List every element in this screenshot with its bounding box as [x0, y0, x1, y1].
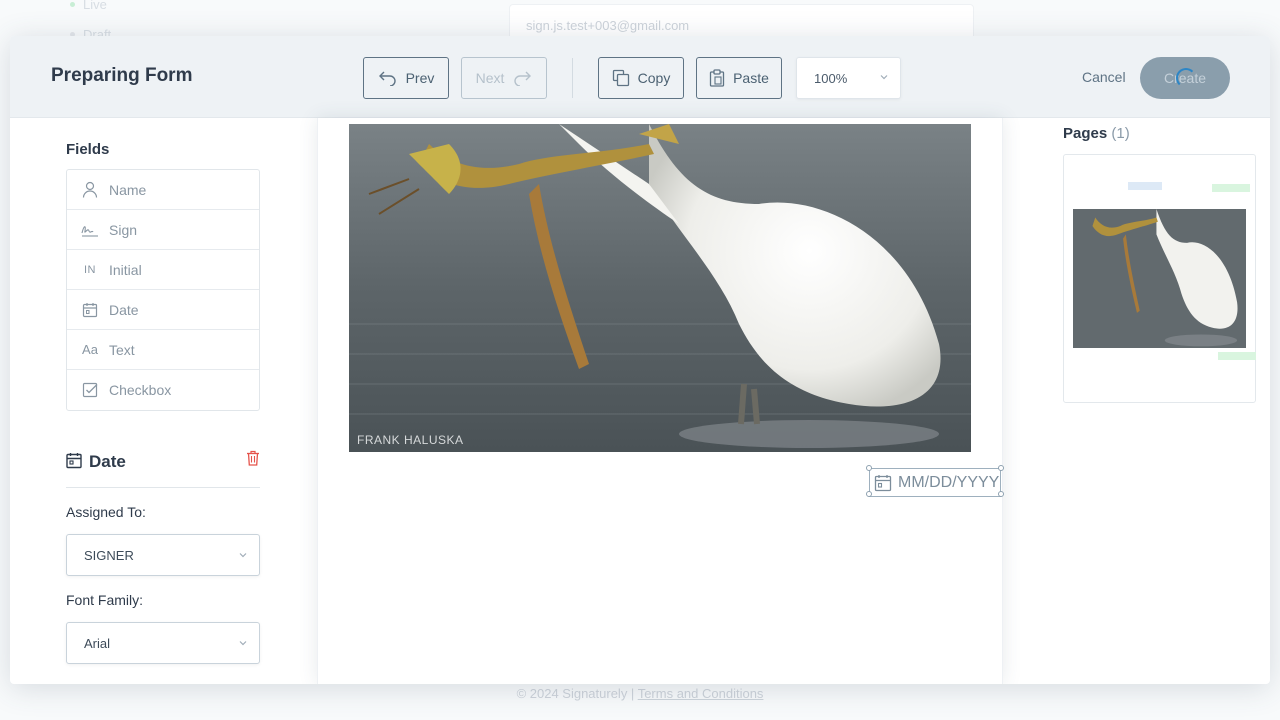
- prev-button[interactable]: Prev: [363, 57, 449, 99]
- assigned-to-select[interactable]: SIGNER: [66, 534, 260, 576]
- copy-icon: [612, 69, 629, 87]
- chevron-down-icon: [880, 75, 888, 80]
- initial-icon: IN: [84, 263, 96, 276]
- live-dot-icon: [70, 2, 75, 7]
- chevron-down-icon: [239, 553, 247, 558]
- user-icon: [81, 181, 99, 199]
- undo-icon: [378, 71, 396, 86]
- pages-title: Pages (1): [1063, 125, 1130, 142]
- text-icon: Aa: [82, 342, 98, 357]
- clipboard-icon: [709, 69, 725, 87]
- font-family-label: Font Family:: [66, 592, 144, 608]
- footer: © 2024 Signaturely | Terms and Condition…: [516, 686, 764, 701]
- field-initial[interactable]: IN Initial: [67, 250, 259, 290]
- thumbnail-field-marker: [1212, 184, 1250, 192]
- calendar-icon: [81, 301, 99, 319]
- field-sign[interactable]: Sign: [67, 210, 259, 250]
- prepare-form-modal: Preparing Form Prev Next Copy Paste 100%…: [10, 36, 1270, 684]
- field-text[interactable]: Aa Text: [67, 330, 259, 370]
- cancel-button[interactable]: Cancel: [1082, 69, 1126, 85]
- copy-button[interactable]: Copy: [598, 57, 684, 99]
- status-live: Live: [70, 0, 107, 12]
- resize-handle[interactable]: [866, 465, 872, 471]
- font-family-select[interactable]: Arial: [66, 622, 260, 664]
- left-panel: Fields Name Sign IN Initial Date Aa Text: [66, 118, 260, 684]
- paste-button[interactable]: Paste: [696, 57, 782, 99]
- zoom-select[interactable]: 100%: [796, 57, 901, 99]
- fields-list: Name Sign IN Initial Date Aa Text Checkb…: [66, 169, 260, 411]
- field-properties-header: Date: [66, 450, 260, 488]
- document-image: FRANK HALUSKA: [349, 124, 971, 452]
- signature-icon: [81, 221, 99, 239]
- calendar-icon: [66, 453, 82, 469]
- resize-handle[interactable]: [866, 491, 872, 497]
- resize-handle[interactable]: [998, 491, 1004, 497]
- photo-credit: FRANK HALUSKA: [357, 433, 464, 447]
- date-field-placeholder[interactable]: MM/DD/YYYY: [869, 468, 1001, 497]
- checkbox-icon: [81, 381, 99, 399]
- resize-handle[interactable]: [998, 465, 1004, 471]
- thumbnail-field-marker: [1128, 182, 1162, 190]
- toolbar-divider: [572, 58, 573, 98]
- page-thumbnail[interactable]: [1063, 154, 1256, 403]
- field-name[interactable]: Name: [67, 170, 259, 210]
- chevron-down-icon: [239, 641, 247, 646]
- field-date[interactable]: Date: [67, 290, 259, 330]
- thumbnail-field-marker: [1218, 352, 1256, 360]
- calendar-icon: [874, 474, 892, 491]
- loading-spinner-icon: [1176, 68, 1196, 88]
- fields-title: Fields: [66, 141, 110, 158]
- modal-header: Preparing Form Prev Next Copy Paste 100%…: [10, 36, 1270, 118]
- trash-icon[interactable]: [246, 450, 260, 466]
- field-checkbox[interactable]: Checkbox: [67, 370, 259, 410]
- field-type-title: Date: [89, 452, 126, 471]
- terms-link: Terms and Conditions: [637, 686, 764, 701]
- next-button[interactable]: Next: [461, 57, 547, 99]
- assigned-to-label: Assigned To:: [66, 504, 146, 520]
- thumbnail-image: [1073, 209, 1246, 348]
- page-title: Preparing Form: [51, 65, 193, 86]
- redo-icon: [514, 71, 532, 86]
